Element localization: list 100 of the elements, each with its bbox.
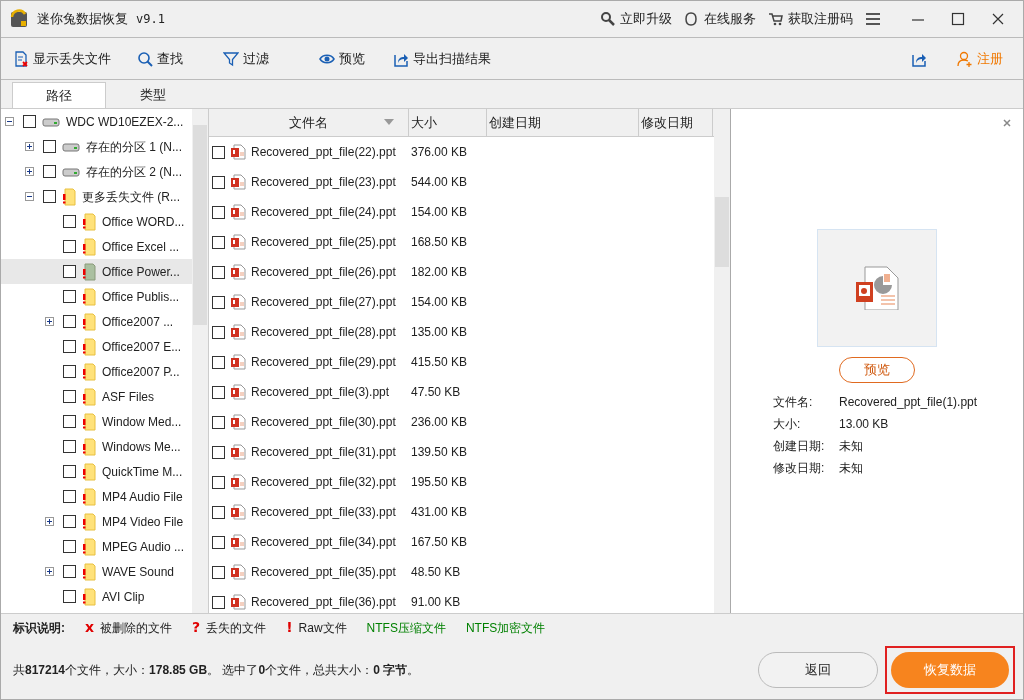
toolbar-button[interactable]: 预览 <box>319 48 365 69</box>
file-name: Recovered_ppt_file(29).ppt <box>251 354 396 371</box>
checkbox[interactable] <box>63 465 76 478</box>
checkbox[interactable] <box>63 415 76 428</box>
checkbox[interactable] <box>212 505 225 519</box>
toolbar-button[interactable]: 显示丢失文件 <box>13 48 111 69</box>
legend-mark: ? <box>192 618 201 637</box>
checkbox[interactable] <box>63 365 76 378</box>
expand-icon[interactable] <box>45 517 54 526</box>
tree-item[interactable]: Office Excel ... <box>1 234 192 259</box>
expand-icon[interactable] <box>45 317 54 326</box>
checkbox[interactable] <box>63 290 76 303</box>
checkbox[interactable] <box>212 595 225 609</box>
tree-item[interactable]: Windows Me... <box>1 434 192 459</box>
ppt-file-icon <box>230 174 246 190</box>
file-size: 135.00 KB <box>410 324 469 341</box>
expand-icon[interactable] <box>25 142 34 151</box>
column-header[interactable]: 文件名 <box>209 109 409 136</box>
back-button[interactable]: 返回 <box>758 652 878 688</box>
drive-icon <box>62 140 80 153</box>
tree-item[interactable]: Office2007 ... <box>1 309 192 334</box>
checkbox[interactable] <box>43 190 56 203</box>
tree-label: 存在的分区 1 (N... <box>86 138 182 156</box>
checkbox[interactable] <box>63 265 76 278</box>
checkbox[interactable] <box>212 235 225 249</box>
file-name: Recovered_ppt_file(25).ppt <box>251 234 396 251</box>
toolbar-button[interactable]: 查找 <box>137 48 183 69</box>
checkbox[interactable] <box>63 540 76 553</box>
tree-item[interactable]: 存在的分区 2 (N... <box>1 159 192 184</box>
checkbox[interactable] <box>63 215 76 228</box>
file-warning-icon <box>82 412 96 431</box>
tree-item[interactable]: Office2007 E... <box>1 334 192 359</box>
column-header[interactable]: 创建日期 <box>487 109 639 136</box>
checkbox[interactable] <box>212 445 225 459</box>
checkbox[interactable] <box>212 265 225 279</box>
collapse-icon[interactable] <box>5 117 14 126</box>
ppt-file-icon <box>230 444 246 460</box>
checkbox[interactable] <box>212 295 225 309</box>
tree-item[interactable]: MPEG Audio ... <box>1 534 192 559</box>
tree-item[interactable]: Window Med... <box>1 409 192 434</box>
scrollbar[interactable] <box>714 109 730 613</box>
checkbox[interactable] <box>63 440 76 453</box>
tab[interactable]: 路径 <box>12 82 106 108</box>
close-icon[interactable] <box>991 12 1005 26</box>
field-label: 大小: <box>773 416 802 433</box>
tree-label: Office WORD... <box>102 213 185 231</box>
tree-item[interactable]: 存在的分区 1 (N... <box>1 134 192 159</box>
tree-item[interactable]: Office2007 P... <box>1 359 192 384</box>
maximize-icon[interactable] <box>951 12 965 26</box>
tree-item[interactable]: QuickTime M... <box>1 459 192 484</box>
file-name: Recovered_ppt_file(22).ppt <box>251 144 396 161</box>
checkbox[interactable] <box>43 140 56 153</box>
checkbox[interactable] <box>63 565 76 578</box>
checkbox[interactable] <box>212 145 225 159</box>
checkbox[interactable] <box>63 490 76 503</box>
toolbar-button[interactable]: 过滤 <box>223 48 269 69</box>
tree-label: WDC WD10EZEX-2... <box>66 113 184 131</box>
checkbox[interactable] <box>212 415 225 429</box>
checkbox[interactable] <box>212 535 225 549</box>
checkbox[interactable] <box>212 175 225 189</box>
column-header[interactable]: 大小 <box>409 109 487 136</box>
legend-title: 标识说明: <box>13 619 65 637</box>
toolbar-button[interactable]: 导出扫描结果 <box>393 48 491 69</box>
checkbox[interactable] <box>212 325 225 339</box>
expand-icon[interactable] <box>25 167 34 176</box>
title-link[interactable]: 获取注册码 <box>768 9 853 29</box>
collapse-icon[interactable] <box>25 192 34 201</box>
tree-item[interactable]: ASF Files <box>1 384 192 409</box>
tree-item[interactable]: AVI Clip <box>1 584 192 609</box>
checkbox[interactable] <box>63 240 76 253</box>
checkbox[interactable] <box>43 165 56 178</box>
scrollbar[interactable] <box>192 109 208 613</box>
title-link[interactable]: 在线服务 <box>684 9 756 29</box>
checkbox[interactable] <box>212 565 225 579</box>
tree-item[interactable]: MP4 Audio File <box>1 484 192 509</box>
checkbox[interactable] <box>23 115 36 128</box>
checkbox[interactable] <box>212 355 225 369</box>
file-name: Recovered_ppt_file(26).ppt <box>251 264 396 281</box>
tree-item[interactable]: Office Power... <box>1 259 192 284</box>
checkbox[interactable] <box>63 590 76 603</box>
checkbox[interactable] <box>63 515 76 528</box>
tree-item[interactable]: WDC WD10EZEX-2... <box>1 109 192 134</box>
checkbox[interactable] <box>63 340 76 353</box>
menu-icon[interactable] <box>865 12 881 26</box>
tree-item[interactable]: MP4 Video File <box>1 509 192 534</box>
title-link[interactable]: 立即升级 <box>600 9 672 29</box>
tree-item[interactable]: 更多丢失文件 (R... <box>1 184 192 209</box>
file-size: 47.50 KB <box>410 384 462 401</box>
tree-item[interactable]: WAVE Sound <box>1 559 192 584</box>
tree-item[interactable]: Office Publis... <box>1 284 192 309</box>
tab[interactable]: 类型 <box>106 82 200 108</box>
checkbox[interactable] <box>63 390 76 403</box>
expand-icon[interactable] <box>45 567 54 576</box>
checkbox[interactable] <box>63 315 76 328</box>
legend-label: Raw文件 <box>298 619 347 637</box>
checkbox[interactable] <box>212 385 225 399</box>
checkbox[interactable] <box>212 205 225 219</box>
tree-item[interactable]: Office WORD... <box>1 209 192 234</box>
checkbox[interactable] <box>212 475 225 489</box>
column-header[interactable]: 修改日期 <box>639 109 713 136</box>
